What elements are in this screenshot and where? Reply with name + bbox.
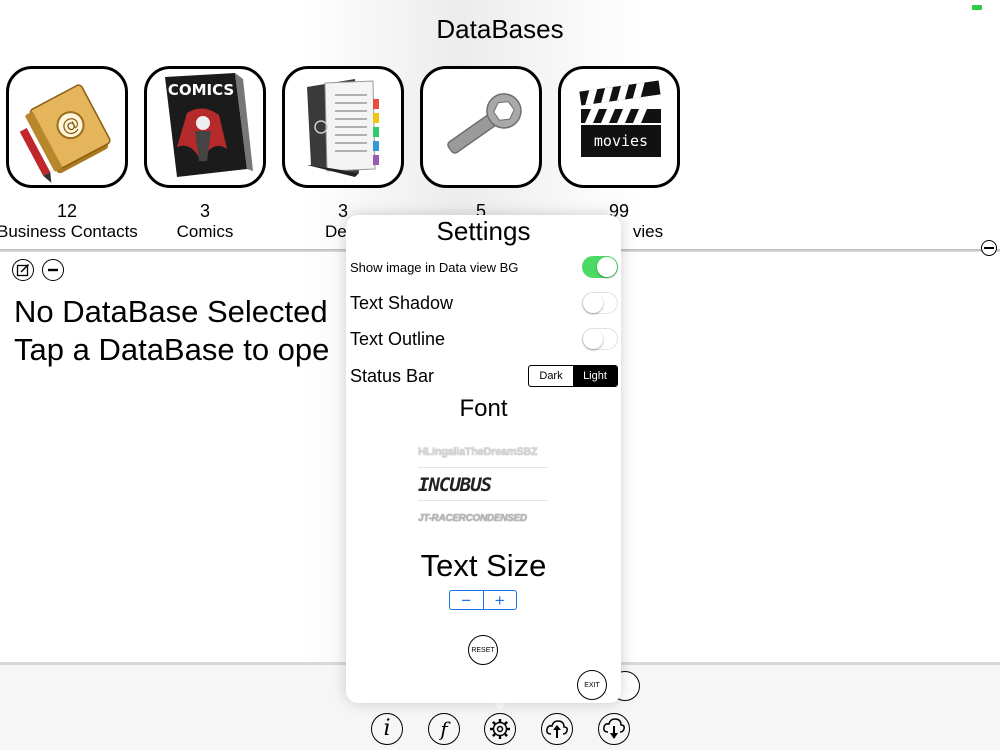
folder-binder-icon bbox=[282, 66, 404, 188]
text-shadow-toggle[interactable] bbox=[582, 292, 618, 314]
decrease-text-size-button[interactable]: − bbox=[450, 591, 483, 609]
minus-icon bbox=[48, 268, 58, 272]
edit-button[interactable] bbox=[12, 259, 34, 281]
database-tools[interactable]: 5 bbox=[411, 66, 551, 221]
status-bar-segmented-control: Dark Light bbox=[528, 365, 618, 387]
text-outline-toggle[interactable] bbox=[582, 328, 618, 350]
setting-show-image: Show image in Data view BG bbox=[350, 253, 618, 281]
exit-button[interactable]: EXIT bbox=[577, 670, 607, 700]
cloud-download-icon bbox=[603, 718, 625, 739]
page-title: DataBases bbox=[436, 14, 564, 44]
status-bar-dark-segment[interactable]: Dark bbox=[529, 366, 573, 386]
remove-button[interactable] bbox=[42, 259, 64, 281]
no-database-message: No DataBase Selected bbox=[14, 294, 328, 329]
font-option-label: JT-RACERCONDENSED bbox=[418, 512, 527, 524]
font-option[interactable]: HLIngaliaTheDreamSBZ bbox=[418, 437, 548, 468]
database-count: 12 bbox=[56, 201, 78, 221]
settings-title: Settings bbox=[436, 216, 531, 246]
instruction-message: Tap a DataBase to ope bbox=[14, 332, 330, 367]
database-label: Business Contacts bbox=[0, 222, 138, 241]
database-count: 3 bbox=[199, 201, 210, 221]
font-option[interactable]: INCUBUS bbox=[418, 470, 548, 501]
show-image-toggle[interactable] bbox=[582, 256, 618, 278]
font-button[interactable]: f bbox=[428, 713, 460, 745]
info-button[interactable]: i bbox=[371, 713, 403, 745]
setting-text-outline: Text Outline bbox=[350, 325, 618, 353]
database-comics[interactable]: COMICS 3 Comics bbox=[135, 66, 275, 243]
cloud-upload-button[interactable] bbox=[541, 713, 573, 745]
font-option[interactable]: JT-RACERCONDENSED bbox=[418, 503, 548, 533]
database-label: Comics bbox=[176, 222, 234, 241]
svg-text:COMICS: COMICS bbox=[168, 81, 234, 99]
font-option-label: INCUBUS bbox=[418, 474, 492, 496]
setting-text-shadow: Text Shadow bbox=[350, 289, 618, 317]
setting-status-bar: Status Bar Dark Light bbox=[350, 362, 618, 390]
settings-button[interactable] bbox=[484, 713, 516, 745]
font-icon: f bbox=[440, 717, 448, 741]
edit-icon bbox=[16, 263, 30, 277]
font-heading: Font bbox=[459, 395, 508, 422]
text-shadow-label: Text Shadow bbox=[350, 292, 454, 313]
status-indicator bbox=[972, 5, 982, 10]
text-outline-label: Text Outline bbox=[350, 328, 446, 349]
increase-text-size-button[interactable]: + bbox=[482, 591, 517, 609]
comics-icon: COMICS bbox=[144, 66, 266, 188]
movies-clapperboard-icon: movies bbox=[558, 66, 680, 188]
reset-button[interactable]: RESET bbox=[468, 635, 498, 665]
text-size-stepper: − + bbox=[449, 590, 517, 610]
address-book-icon: @ bbox=[6, 66, 128, 188]
status-bar-label: Status Bar bbox=[350, 365, 435, 386]
font-option-label: HLIngaliaTheDreamSBZ bbox=[418, 446, 538, 458]
settings-gear-icon bbox=[490, 719, 510, 739]
show-image-label: Show image in Data view BG bbox=[350, 259, 519, 275]
cloud-upload-icon bbox=[546, 720, 568, 738]
settings-popover: Settings Show image in Data view BG Text… bbox=[346, 215, 621, 703]
status-bar-light-segment[interactable]: Light bbox=[573, 366, 617, 386]
database-business-contacts[interactable]: @ 12 Business Contacts bbox=[0, 66, 138, 243]
text-size-heading: Text Size bbox=[420, 548, 547, 583]
wrench-icon bbox=[420, 66, 542, 188]
svg-text:movies: movies bbox=[594, 132, 648, 150]
info-icon: i bbox=[383, 716, 391, 741]
cloud-download-button[interactable] bbox=[598, 713, 630, 745]
